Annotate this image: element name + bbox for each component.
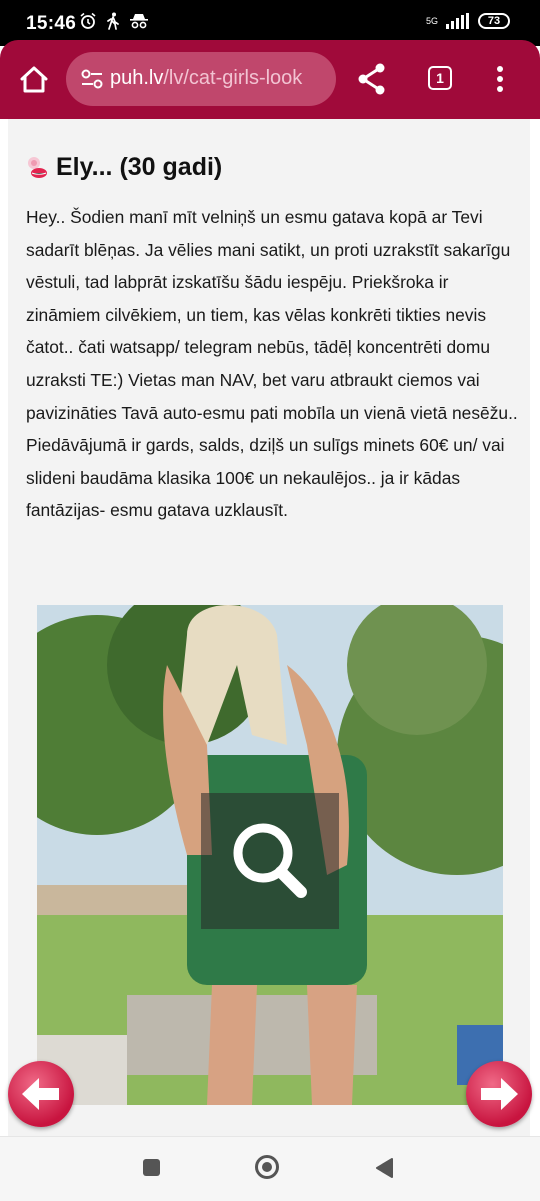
more-vert-icon[interactable] <box>496 66 504 92</box>
tab-count: 1 <box>436 70 444 86</box>
back-icon[interactable] <box>374 1157 394 1179</box>
incognito-icon <box>130 14 148 29</box>
tab-switcher-button[interactable]: 1 <box>428 66 452 90</box>
listing-panel: Ely... (30 gadi) Hey.. Šodien manī mīt v… <box>8 119 530 1136</box>
url-path: /lv/cat-girls-look <box>163 67 303 89</box>
alarm-icon <box>80 12 96 29</box>
signal-icon <box>446 13 469 29</box>
previous-button[interactable] <box>8 1061 74 1127</box>
status-time: 15:46 <box>26 13 77 34</box>
status-right: 5G 73 <box>426 13 510 29</box>
address-bar[interactable]: puh.lv/lv/cat-girls-look <box>66 52 336 106</box>
network-type: 5G <box>425 15 438 26</box>
zoom-overlay[interactable] <box>201 793 339 929</box>
listing-title: Ely... (30 gadi) <box>56 153 223 181</box>
system-nav-bar <box>0 1136 540 1201</box>
arrow-left-icon <box>22 1078 59 1110</box>
battery-level: 73 <box>487 15 501 27</box>
home-button[interactable] <box>255 1155 279 1179</box>
share-icon[interactable] <box>356 62 388 96</box>
listing-description: Hey.. Šodien manī mīt velniņš un esmu ga… <box>26 207 518 521</box>
magnifier-icon <box>233 823 307 898</box>
lips-icon <box>28 156 47 178</box>
web-page: Ely... (30 gadi) Hey.. Šodien manī mīt v… <box>0 119 540 1136</box>
url-text: puh.lv/lv/cat-girls-look <box>110 67 302 90</box>
status-icons <box>79 12 149 30</box>
home-icon[interactable] <box>16 62 52 98</box>
tune-icon[interactable] <box>80 68 104 90</box>
browser-toolbar: puh.lv/lv/cat-girls-look 1 <box>0 40 540 119</box>
arrow-right-icon <box>481 1078 518 1110</box>
walking-icon <box>107 12 119 30</box>
listing-photo[interactable] <box>37 605 503 1105</box>
recent-apps-button[interactable] <box>143 1159 160 1176</box>
next-button[interactable] <box>466 1061 532 1127</box>
battery-indicator: 73 <box>478 13 510 29</box>
listing-header: Ely... (30 gadi) <box>24 153 222 182</box>
url-host: puh.lv <box>110 67 164 89</box>
